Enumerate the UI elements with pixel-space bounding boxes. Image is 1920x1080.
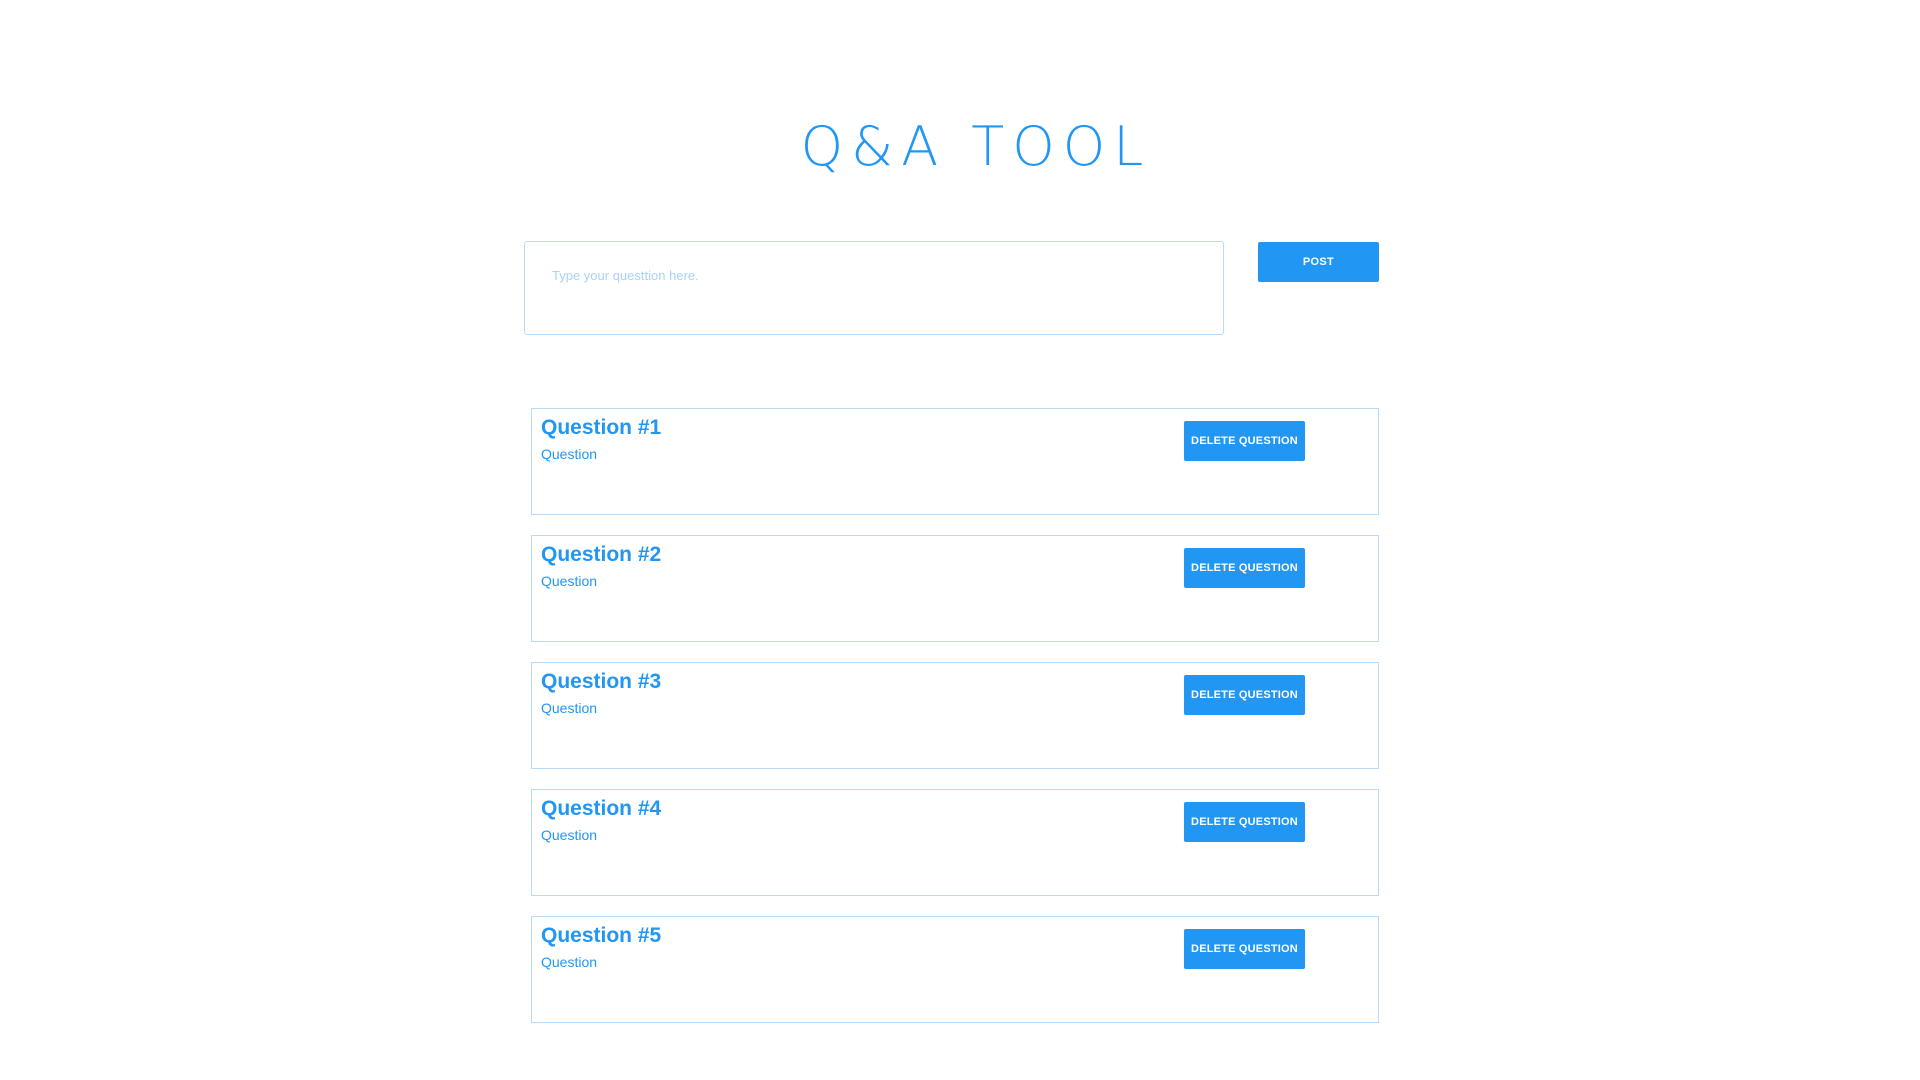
question-title: Question #3 [541,670,662,693]
question-card: Question #1 Question DELETE QUESTION [531,408,1379,515]
question-title: Question #1 [541,416,662,439]
question-text: Question [541,954,598,970]
page-title: Q&A TOOL [800,115,1152,178]
qa-tool-page: Q&A TOOL POST Question #1 Question DELET… [0,0,1920,1080]
question-title: Question #2 [541,543,662,566]
delete-question-button[interactable]: DELETE QUESTION [1184,421,1305,461]
question-text: Question [541,446,598,462]
question-input[interactable] [524,241,1224,335]
delete-question-button[interactable]: DELETE QUESTION [1184,929,1305,969]
post-button[interactable]: POST [1258,242,1379,282]
question-text: Question [541,573,598,589]
question-card: Question #3 Question DELETE QUESTION [531,662,1379,769]
question-card: Question #2 Question DELETE QUESTION [531,535,1379,642]
question-composer [524,241,1224,335]
delete-question-button[interactable]: DELETE QUESTION [1184,548,1305,588]
question-title: Question #5 [541,924,662,947]
question-card: Question #4 Question DELETE QUESTION [531,789,1379,896]
question-card: Question #5 Question DELETE QUESTION [531,916,1379,1023]
delete-question-button[interactable]: DELETE QUESTION [1184,802,1305,842]
delete-question-button[interactable]: DELETE QUESTION [1184,675,1305,715]
question-list: Question #1 Question DELETE QUESTION Que… [531,408,1379,1043]
question-text: Question [541,700,598,716]
question-title: Question #4 [541,797,662,820]
question-text: Question [541,827,598,843]
